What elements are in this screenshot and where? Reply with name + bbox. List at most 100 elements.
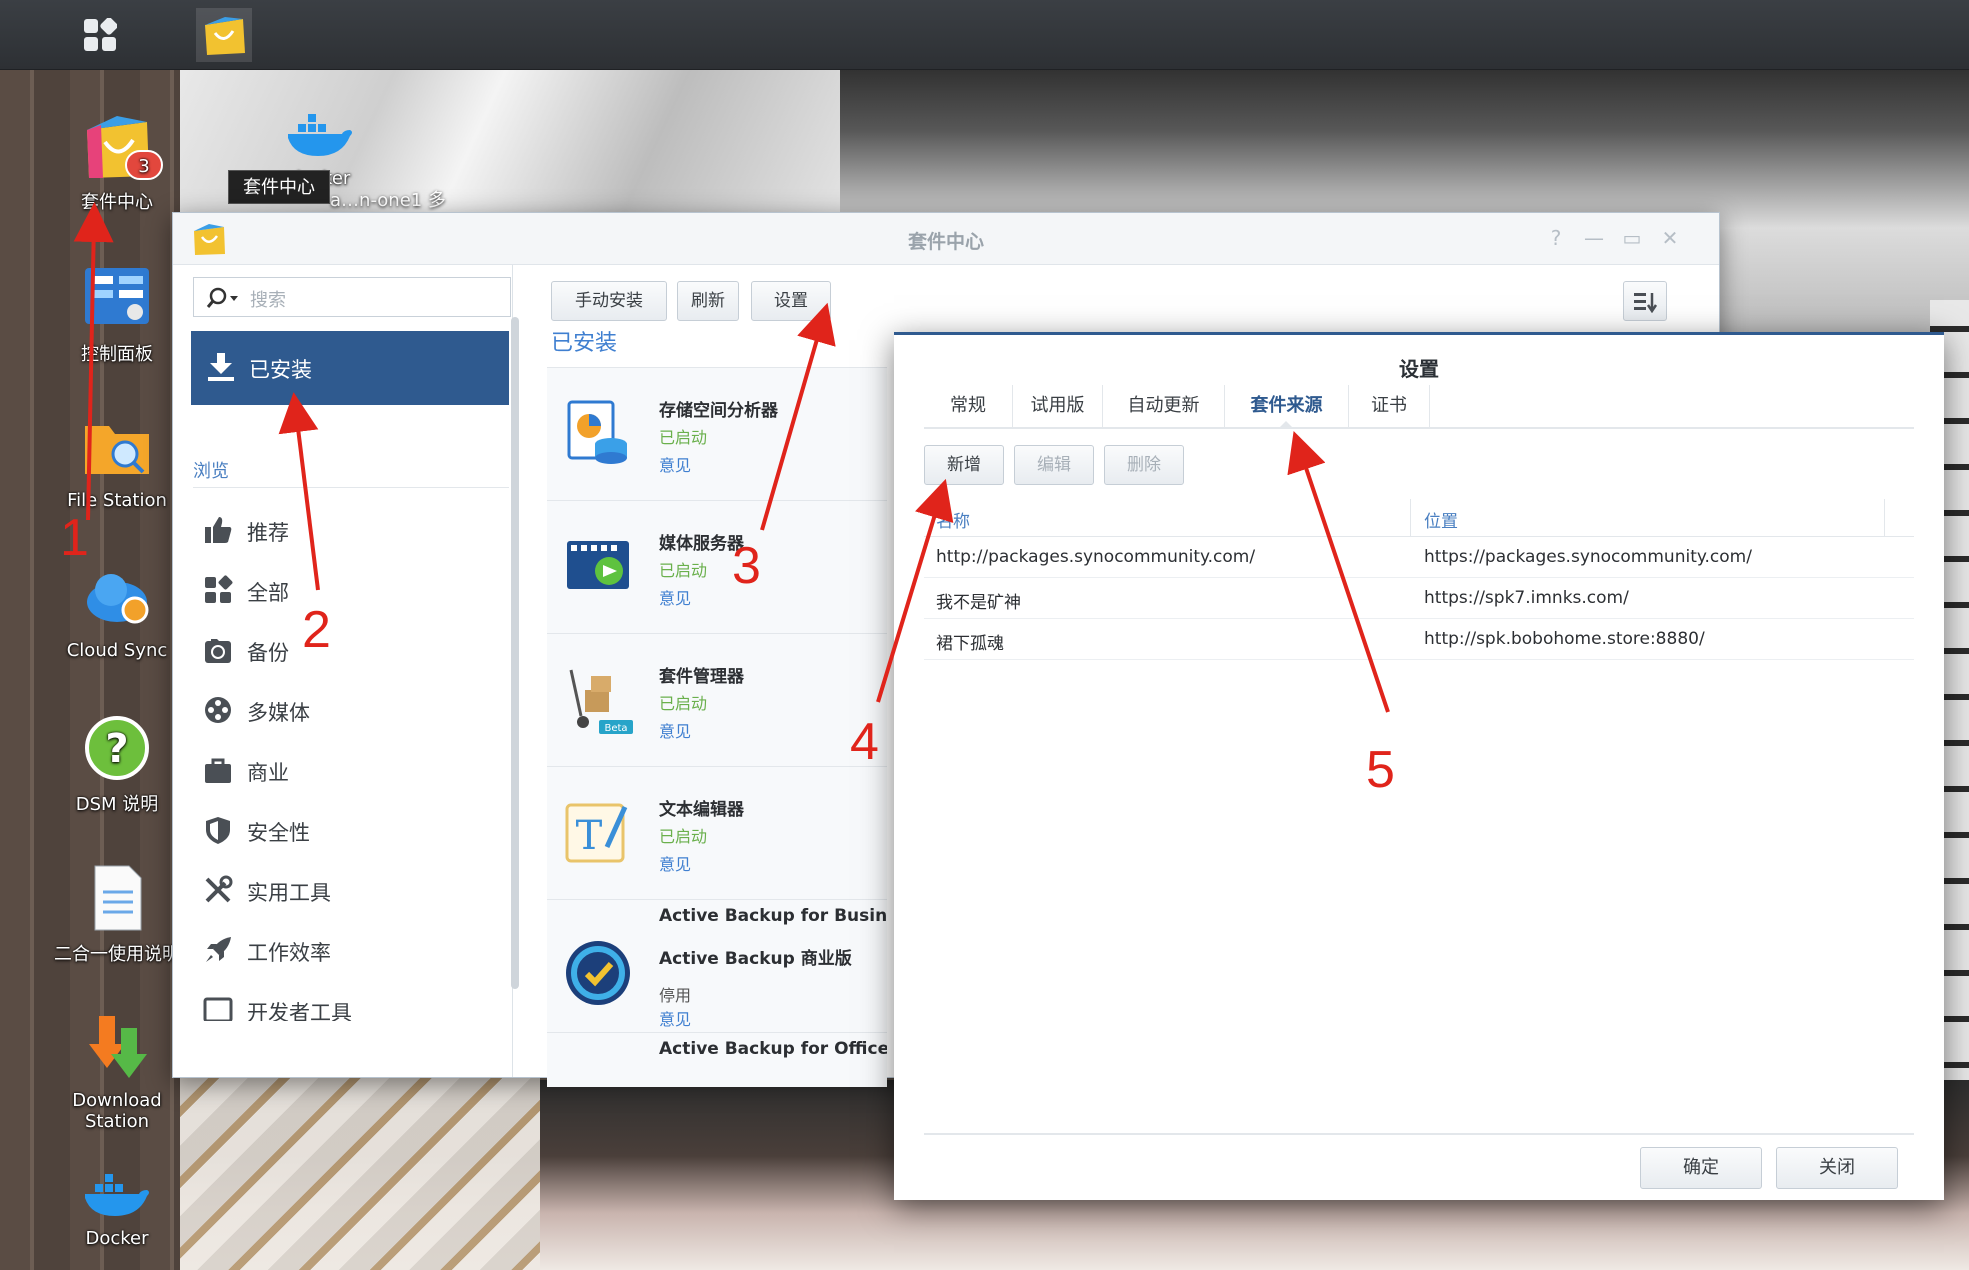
package-name: Active Backup for Business xyxy=(659,906,887,926)
desktop-tooltip: 套件中心 xyxy=(228,170,330,204)
sidebar-item-backup[interactable]: 备份 xyxy=(203,625,503,675)
ok-button[interactable]: 确定 xyxy=(1640,1147,1762,1189)
settings-dialog: 设置 常规 试用版 自动更新 套件来源 证书 新增 编辑 删除 名称 位置 ht… xyxy=(894,332,1944,1200)
divider xyxy=(193,487,509,488)
refresh-button[interactable]: 刷新 xyxy=(677,281,739,321)
package-name: Active Backup for Office 365 xyxy=(659,1039,887,1059)
desktop-icon-dsm-help[interactable]: ? DSM 说明 xyxy=(42,712,192,816)
annotation-number-2: 2 xyxy=(302,601,331,659)
sidebar-item-label: 多媒体 xyxy=(247,701,310,725)
grid-icon xyxy=(205,575,233,603)
svg-text:T: T xyxy=(576,813,603,859)
feedback-link[interactable]: 意见 xyxy=(659,718,691,742)
feedback-link[interactable]: 意见 xyxy=(659,452,691,476)
search-placeholder: 搜索 xyxy=(250,290,286,311)
sort-button[interactable] xyxy=(1623,281,1667,321)
package-card[interactable]: T 文本编辑器 已启动 意见 xyxy=(547,767,887,900)
sidebar-item-utilities[interactable]: 实用工具 xyxy=(203,865,503,915)
tab-auto-update[interactable]: 自动更新 xyxy=(1102,385,1224,429)
delete-button[interactable]: 删除 xyxy=(1104,445,1184,485)
annotation-number-5: 5 xyxy=(1366,741,1395,799)
annotation-number-4: 4 xyxy=(850,713,879,771)
sidebar-item-label: 全部 xyxy=(247,581,289,605)
feedback-link[interactable]: 意见 xyxy=(659,1006,691,1030)
package-name-localized: Active Backup 商业版 xyxy=(659,949,852,969)
sidebar-item-all[interactable]: 全部 xyxy=(203,565,503,615)
column-header-location[interactable]: 位置 xyxy=(1424,507,1458,532)
docker-whale-icon xyxy=(85,1174,149,1216)
wallpaper-logs xyxy=(180,1075,540,1270)
help-button[interactable]: ? xyxy=(1543,225,1569,251)
window-titlebar[interactable]: 套件中心 ? — ▭ ✕ xyxy=(173,213,1719,265)
cloud-sync-icon xyxy=(87,574,149,624)
sidebar-item-installed[interactable]: 已安装 xyxy=(191,331,509,405)
table-row[interactable]: http://packages.synocommunity.com/ https… xyxy=(924,537,1914,578)
desktop-icon-label: 控制面板 xyxy=(81,344,153,365)
desktop-icon-label: 二合一使用说明 xyxy=(54,944,180,965)
table-row[interactable]: 我不是矿神 https://spk7.imnks.com/ xyxy=(924,578,1914,619)
desktop-icon-cloud-sync[interactable]: Cloud Sync xyxy=(42,562,192,661)
active-backup-icon xyxy=(566,941,630,1005)
code-icon xyxy=(203,997,233,1021)
tab-general[interactable]: 常规 xyxy=(924,385,1012,429)
shield-icon xyxy=(206,817,230,844)
sidebar-item-developer-tools[interactable]: 开发者工具 xyxy=(203,985,503,1021)
package-name: 文本编辑器 xyxy=(659,800,744,820)
sidebar-item-business[interactable]: 商业 xyxy=(203,745,503,795)
column-separator[interactable] xyxy=(1884,499,1885,537)
package-card[interactable]: Beta 套件管理器 已启动 意见 xyxy=(547,634,887,767)
package-status: 已启动 xyxy=(659,827,708,846)
sidebar-item-label: 备份 xyxy=(247,641,289,665)
desktop-icon-file-station[interactable]: File Station xyxy=(42,412,192,511)
package-name: 套件管理器 xyxy=(659,667,744,687)
close-button[interactable]: ✕ xyxy=(1657,225,1683,251)
sidebar-item-security[interactable]: 安全性 xyxy=(203,805,503,855)
sidebar-item-recommended[interactable]: 推荐 xyxy=(203,505,503,555)
package-card[interactable]: Active Backup for Office 365 xyxy=(547,1033,887,1087)
annotation-number-3: 3 xyxy=(732,537,761,595)
table-row[interactable]: 裙下孤魂 http://spk.bobohome.store:8880/ xyxy=(924,619,1914,660)
taskbar-package-center-button[interactable] xyxy=(196,8,252,62)
sidebar-item-label: 工作效率 xyxy=(247,941,331,965)
sidebar-item-multimedia[interactable]: 多媒体 xyxy=(203,685,503,735)
package-card[interactable]: Active Backup for Business Active Backup… xyxy=(547,900,887,1033)
desktop-icon-docker-2[interactable]: Docker xyxy=(42,1170,192,1249)
feedback-link[interactable]: 意见 xyxy=(659,585,691,609)
settings-button[interactable]: 设置 xyxy=(751,281,831,321)
desktop-icon-label: Cloud Sync xyxy=(66,640,168,661)
package-center-icon xyxy=(205,17,245,55)
desktop-icon-label: File Station xyxy=(67,490,167,511)
text-editor-icon: T xyxy=(565,803,628,863)
column-header-name[interactable]: 名称 xyxy=(936,507,970,532)
thumbs-up-icon xyxy=(205,517,232,543)
sidebar-item-label: 开发者工具 xyxy=(247,1001,352,1021)
package-status: 已启动 xyxy=(659,428,708,447)
backup-icon xyxy=(205,639,231,663)
desktop-icon-control-panel[interactable]: 控制面板 xyxy=(42,262,192,366)
add-button[interactable]: 新增 xyxy=(924,445,1004,485)
folder-icon xyxy=(85,426,149,474)
search-input[interactable]: 搜索 xyxy=(193,277,511,317)
sidebar-scrollbar[interactable] xyxy=(511,317,519,989)
manual-install-button[interactable]: 手动安装 xyxy=(551,281,667,321)
desktop-icon-readme[interactable]: 二合一使用说明 xyxy=(42,862,192,966)
maximize-button[interactable]: ▭ xyxy=(1619,225,1645,251)
package-list: 存储空间分析器 已启动 意见 媒体服务器 已启动 意见 Beta 套件管理器 已… xyxy=(547,367,887,1087)
package-card[interactable]: 存储空间分析器 已启动 意见 xyxy=(547,368,887,501)
browse-header: 浏览 xyxy=(193,461,229,482)
main-menu-button[interactable] xyxy=(72,8,128,62)
desktop-icon-package-center[interactable]: 3 套件中心 xyxy=(42,110,192,214)
desktop-icon-label: DSM 说明 xyxy=(75,794,159,815)
package-card[interactable]: 媒体服务器 已启动 意见 xyxy=(547,501,887,634)
tab-certificate[interactable]: 证书 xyxy=(1348,385,1430,429)
feedback-link[interactable]: 意见 xyxy=(659,851,691,875)
desktop-icon-label-partial: a…n-one1 多 xyxy=(330,190,446,211)
desktop-icon-download-station[interactable]: Download Station xyxy=(42,1012,192,1132)
column-separator[interactable] xyxy=(1410,499,1411,537)
sidebar-item-productivity[interactable]: 工作效率 xyxy=(203,925,503,975)
edit-button[interactable]: 编辑 xyxy=(1014,445,1094,485)
tab-beta[interactable]: 试用版 xyxy=(1012,385,1102,429)
minimize-button[interactable]: — xyxy=(1581,225,1607,251)
sidebar: 搜索 已安装 浏览 推荐 全部 备份 多媒体 商业 安全性 实用工具 工作效率 … xyxy=(173,265,519,1077)
close-dialog-button[interactable]: 关闭 xyxy=(1776,1147,1898,1189)
